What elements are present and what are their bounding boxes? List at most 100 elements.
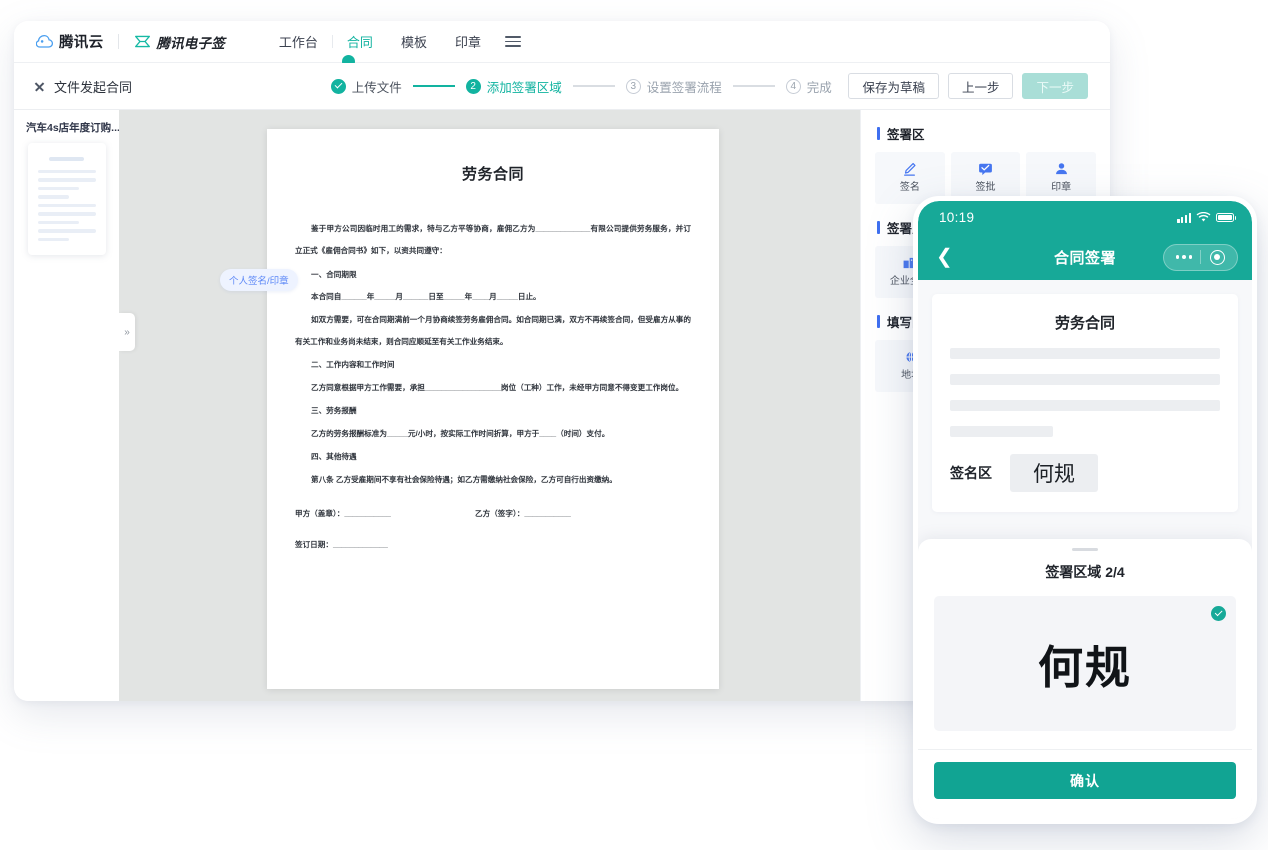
sub-header-bar: 文件发起合同 上传文件 2 添加签署区域 3 设置签署流程 4 完成 保存为草稿… — [14, 63, 1110, 110]
sub-header-actions: 保存为草稿 上一步 下一步 — [848, 73, 1110, 99]
document-paragraph-2: 本合同自______年_____月______日至_____年____月____… — [311, 292, 541, 302]
placeholder-line-2 — [950, 374, 1220, 385]
nav-divider-1 — [118, 34, 120, 49]
phone-screen: 10:19 ❮ 合同签署 劳务合同 签名区 何规 签署区域 2/4 何规 确认 — [918, 201, 1252, 819]
tool-approval-label: 签批 — [975, 182, 996, 194]
esign-mark-icon — [135, 35, 151, 48]
signature-field-tag[interactable]: 个人签名/印章 — [220, 269, 298, 291]
file-name-label: 汽车4s店年度订购... — [26, 122, 119, 134]
document-heading-4: 四、其他待遇 — [311, 452, 357, 462]
document-paragraph-1: 鉴于甲方公司因临时用工的需求，特与乙方平等协商，雇佣乙方为___________… — [295, 224, 691, 256]
nav-item-template[interactable]: 模板 — [387, 32, 441, 51]
phone-bottom-sheet: 签署区域 2/4 何规 确认 — [918, 538, 1252, 819]
document-canvas[interactable]: » 个人签名/印章 劳务合同 鉴于甲方公司因临时用工的需求，特与乙方平等协商，雇… — [119, 110, 860, 701]
nav-item-workbench[interactable]: 工作台 — [265, 32, 332, 51]
step-connector-3 — [732, 85, 775, 87]
check-circle-icon — [1211, 606, 1226, 621]
sidebar-collapse-toggle[interactable]: » — [119, 313, 135, 351]
signature-party-a: 甲方（盖章）：___________ — [295, 509, 391, 519]
section-header-sign-area: 签署区 — [861, 124, 1110, 152]
phone-document-card[interactable]: 劳务合同 签名区 何规 — [932, 294, 1238, 512]
tencent-cloud-label: 腾讯云 — [59, 35, 104, 51]
tool-seal-label: 印章 — [1051, 182, 1072, 194]
sheet-drag-handle[interactable] — [1072, 547, 1098, 551]
document-title: 劳务合同 — [461, 166, 524, 183]
document-signature-row: 甲方（盖章）：___________ 乙方（签字）：___________ — [295, 508, 691, 519]
seal-person-icon — [1055, 163, 1067, 175]
section-accent-bar — [877, 127, 880, 140]
confirm-button[interactable]: 确认 — [934, 762, 1236, 799]
more-dots-icon[interactable] — [1168, 254, 1200, 260]
left-sidebar-thumbnails: 汽车4s店年度订购... — [14, 110, 119, 701]
section-title-sign-area: 签署区 — [887, 128, 925, 142]
wifi-icon — [1196, 212, 1211, 222]
signature-party-b: 乙方（签字）：___________ — [475, 509, 571, 519]
step-4-complete[interactable]: 4 完成 — [785, 77, 832, 96]
page-thumbnail[interactable] — [27, 143, 106, 255]
step-2-add-sign-area[interactable]: 2 添加签署区域 — [465, 77, 562, 96]
approval-stamp-icon — [979, 163, 992, 176]
miniprogram-capsule — [1163, 243, 1238, 271]
step-4-badge: 4 — [785, 78, 801, 94]
phone-signature-label: 签名区 — [950, 465, 992, 481]
section-accent-bar-3 — [877, 315, 880, 328]
step-3-badge: 3 — [625, 78, 641, 94]
sheet-action-area: 确认 — [918, 750, 1252, 819]
esign-label: 腾讯电子签 — [156, 35, 225, 51]
phone-document-title: 劳务合同 — [1054, 315, 1115, 332]
step-2-badge: 2 — [465, 78, 481, 94]
document-page[interactable]: 劳务合同 鉴于甲方公司因临时用工的需求，特与乙方平等协商，雇佣乙方为______… — [267, 129, 719, 689]
phone-signature-row: 签名区 何规 — [950, 454, 1220, 492]
signal-bars-icon — [1177, 212, 1191, 223]
phone-signature-field[interactable]: 何规 — [1010, 454, 1098, 492]
status-indicators — [1177, 212, 1237, 223]
document-heading-1: 一、合同期限 — [311, 269, 357, 279]
document-paragraph-4: 乙方同意根据甲方工作需要，承担__________________岗位（工种）工… — [311, 383, 684, 393]
nav-item-contract[interactable]: 合同 — [333, 32, 387, 51]
step-progress: 上传文件 2 添加签署区域 3 设置签署流程 4 完成 — [314, 77, 848, 96]
step-connector-2 — [572, 85, 615, 87]
document-paragraph-3: 如双方需要，可在合同期满前一个月协商续签劳务雇佣合同。如合同期已满，双方不再续签… — [295, 314, 691, 347]
chevron-left-icon[interactable]: ❮ — [936, 247, 953, 267]
target-circle-icon[interactable] — [1201, 249, 1233, 265]
document-heading-3: 三、劳务报酬 — [311, 406, 357, 416]
sheet-signature-preview[interactable]: 何规 — [934, 596, 1236, 731]
step-3-sign-flow[interactable]: 3 设置签署流程 — [625, 77, 722, 96]
placeholder-line-3 — [950, 400, 1220, 411]
document-paragraph-6: 第八条 乙方受雇期间不享有社会保险待遇；如乙方需缴纳社会保险，乙方可自行出资缴纳… — [311, 474, 617, 484]
screenshot-stage: 腾讯云 腾讯电子签 工作台 合同 模板 印章 文件发起合同 上传文件 2 添加签… — [0, 0, 1268, 850]
phone-status-bar: 10:19 — [918, 201, 1252, 234]
step-connector-1 — [412, 85, 455, 87]
nav-item-seal[interactable]: 印章 — [441, 32, 495, 51]
step-1-upload[interactable]: 上传文件 — [330, 77, 402, 96]
phone-mockup: 10:19 ❮ 合同签署 劳务合同 签名区 何规 签署区域 2/4 何规 确认 — [913, 196, 1257, 824]
document-sign-date: 签订日期：_____________ — [295, 540, 388, 550]
phone-nav-bar: ❮ 合同签署 — [918, 234, 1252, 280]
close-icon[interactable] — [34, 81, 45, 92]
pen-signature-icon — [904, 163, 916, 176]
status-time: 10:19 — [939, 210, 975, 225]
tool-signature-label: 签名 — [899, 182, 920, 194]
step-1-label: 上传文件 — [351, 80, 402, 95]
step-1-badge — [330, 78, 346, 94]
previous-step-button[interactable]: 上一步 — [947, 73, 1014, 99]
section-accent-bar-2 — [877, 221, 880, 234]
e-sign-logo[interactable]: 腾讯电子签 — [134, 32, 225, 52]
sheet-signature-value: 何规 — [1037, 641, 1132, 694]
step-4-label: 完成 — [806, 80, 832, 95]
step-3-label: 设置签署流程 — [646, 80, 722, 95]
tencent-cloud-logo[interactable]: 腾讯云 — [36, 31, 103, 52]
battery-full-icon — [1216, 212, 1237, 223]
hamburger-icon[interactable] — [504, 36, 521, 47]
placeholder-line-4 — [950, 426, 1053, 437]
cloud-icon — [36, 34, 53, 48]
nav-links: 工作台 合同 模板 印章 — [265, 32, 521, 51]
save-draft-button[interactable]: 保存为草稿 — [848, 73, 939, 99]
sheet-title: 签署区域 2/4 — [1045, 564, 1125, 580]
placeholder-line-1 — [950, 348, 1220, 359]
sub-header-left: 文件发起合同 — [14, 77, 314, 96]
top-navigation-bar: 腾讯云 腾讯电子签 工作台 合同 模板 印章 — [14, 21, 1110, 68]
next-step-button[interactable]: 下一步 — [1022, 73, 1088, 99]
step-2-label: 添加签署区域 — [486, 80, 562, 95]
document-heading-2: 二、工作内容和工作时间 — [311, 360, 395, 370]
